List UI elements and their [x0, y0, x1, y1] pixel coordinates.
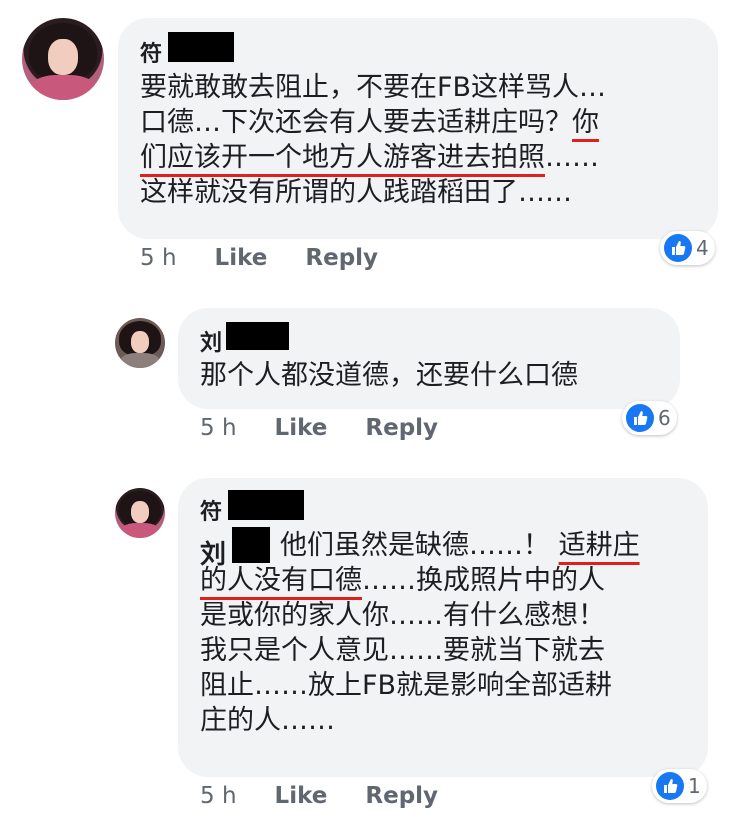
- reply-button[interactable]: Reply: [365, 783, 438, 809]
- like-button[interactable]: Like: [215, 245, 268, 271]
- comment-timestamp[interactable]: 5 h: [200, 783, 237, 809]
- reaction-count: 6: [658, 406, 671, 430]
- comment-text-segment: 我只是个人意见……要就当下就去: [200, 635, 605, 666]
- reply-button[interactable]: Reply: [365, 415, 438, 441]
- thumbs-up-icon: [656, 772, 684, 800]
- comment-text-segment: ……换成照片中的人: [362, 565, 605, 596]
- comment-text-segment: 那个人都没道德，还要什么口德: [200, 360, 578, 391]
- reaction-count: 4: [696, 236, 709, 260]
- comment-line: 阻止……放上FB就是影响全部适耕: [200, 668, 640, 703]
- reaction-badge[interactable]: 1: [652, 769, 707, 803]
- like-button[interactable]: Like: [275, 415, 328, 441]
- commenter-avatar[interactable]: [22, 18, 104, 100]
- underlined-text: 你: [572, 107, 599, 138]
- commenter-name[interactable]: 符: [200, 494, 222, 526]
- comment-text-segment: 庄的人……: [200, 705, 335, 736]
- underlined-text: 适耕庄: [558, 530, 640, 561]
- comment-actions: 5 h Like Reply: [140, 245, 408, 271]
- redacted-name-box: [168, 32, 234, 62]
- comment-text-segment: 口德…下次还会有人要去适耕庄吗？: [140, 107, 572, 138]
- commenter-name[interactable]: 刘: [200, 325, 222, 357]
- comment-line: 的人没有口德……换成照片中的人: [200, 563, 640, 598]
- like-button[interactable]: Like: [275, 783, 328, 809]
- comment-line: 庄的人……: [200, 703, 640, 738]
- commenter-name[interactable]: 符: [140, 36, 162, 68]
- comment-text: 他们虽然是缺德……！ 适耕庄 的人没有口德……换成照片中的人 是或你的家人你……有什…: [200, 528, 640, 738]
- comment-text-segment: 阻止……放上FB就是影响全部适耕: [200, 670, 613, 701]
- thumbs-up-icon: [626, 404, 654, 432]
- comment-line: 他们虽然是缺德……！ 适耕庄: [200, 528, 640, 563]
- commenter-avatar[interactable]: [115, 488, 165, 538]
- commenter-avatar[interactable]: [115, 318, 165, 368]
- comment-actions: 5 h Like Reply: [200, 415, 468, 441]
- comment-actions: 5 h Like Reply: [200, 783, 468, 809]
- thumbs-up-icon: [664, 234, 692, 262]
- comment-line: 们应该开一个地方人游客进去拍照……: [140, 140, 606, 175]
- redacted-name-box: [228, 490, 304, 520]
- redacted-name-box: [226, 322, 289, 350]
- underlined-text: 们应该开一个地方人游客进去拍照: [140, 142, 545, 173]
- comment-text-segment: 这样就没有所谓的人践踏稻田了……: [140, 177, 572, 208]
- reply-button[interactable]: Reply: [305, 245, 378, 271]
- comment-timestamp[interactable]: 5 h: [200, 415, 237, 441]
- comment-text-segment: ……: [545, 142, 599, 173]
- comment-timestamp[interactable]: 5 h: [140, 245, 177, 271]
- comment-line: 要就敢敢去阻止，不要在FB这样骂人…: [140, 70, 606, 105]
- underlined-text: 的人没有口德: [200, 565, 362, 596]
- reaction-badge[interactable]: 4: [660, 231, 715, 265]
- comment-text-segment: 要就敢敢去阻止，不要在FB这样骂人…: [140, 72, 607, 103]
- comment-line: 是或你的家人你……有什么感想！: [200, 598, 640, 633]
- comment-text-segment: 是或你的家人你……有什么感想！: [200, 600, 605, 631]
- comment-line: 那个人都没道德，还要什么口德: [200, 358, 578, 393]
- comment-text: 要就敢敢去阻止，不要在FB这样骂人… 口德…下次还会有人要去适耕庄吗？你 们应该开一…: [140, 70, 606, 210]
- comment-line: 我只是个人意见……要就当下就去: [200, 633, 640, 668]
- comment-text-segment: 他们虽然是缺德……！: [280, 530, 559, 561]
- reaction-count: 1: [688, 774, 701, 798]
- comment-text: 那个人都没道德，还要什么口德: [200, 358, 578, 393]
- comment-line: 口德…下次还会有人要去适耕庄吗？你: [140, 105, 606, 140]
- comment-line: 这样就没有所谓的人践踏稻田了……: [140, 175, 606, 210]
- reaction-badge[interactable]: 6: [622, 401, 677, 435]
